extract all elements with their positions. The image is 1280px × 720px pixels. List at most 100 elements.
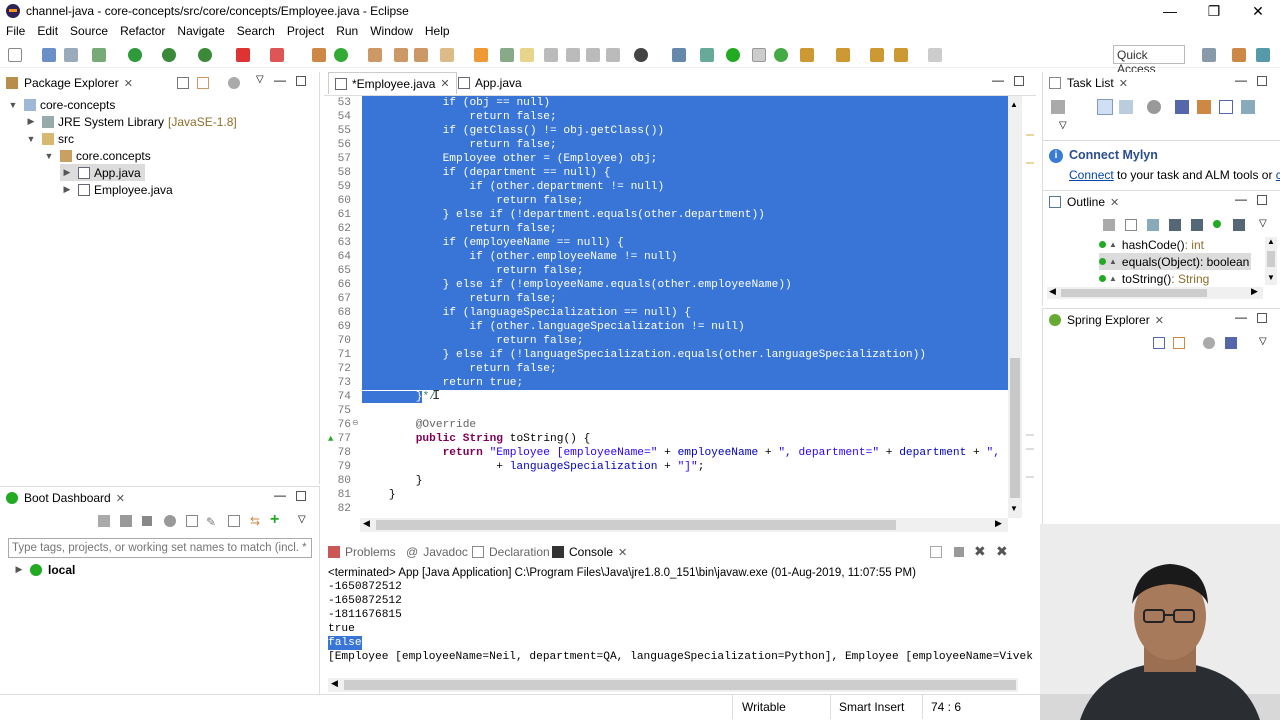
code-editor[interactable]: 53 if (obj == null) 54 return false; 55 if… — [326, 96, 1008, 518]
prev-annotation-icon[interactable] — [586, 48, 600, 62]
highlight-icon[interactable] — [520, 48, 534, 62]
link-editor-icon[interactable] — [1173, 337, 1185, 349]
code-line[interactable]: 66 } else if (!employeeName.equals(other… — [326, 278, 1008, 292]
maximize-view-icon[interactable] — [1257, 195, 1267, 205]
tab-task-list[interactable]: Task List ✕ — [1049, 72, 1128, 94]
sort-icon[interactable] — [1147, 219, 1159, 231]
tree-item-app-java[interactable]: ▶ App.java — [60, 164, 145, 181]
search-tool-icon[interactable] — [414, 48, 428, 62]
maximize-view-icon[interactable] — [296, 491, 306, 501]
tab-console[interactable]: Console ✕ — [552, 541, 628, 563]
new-task-icon[interactable] — [1051, 100, 1065, 114]
code-line[interactable]: 71 } else if (!languageSpecialization.eq… — [326, 348, 1008, 362]
pen-icon[interactable] — [440, 48, 454, 62]
terminate-icon[interactable] — [954, 547, 964, 557]
tab-boot-dashboard[interactable]: Boot Dashboard ✕ — [6, 487, 125, 509]
hide-static-icon[interactable] — [1169, 219, 1181, 231]
collapse-all-icon[interactable] — [1103, 219, 1115, 231]
code-line[interactable]: 57 Employee other = (Employee) obj; — [326, 152, 1008, 166]
remove-launch-icon[interactable]: ✖ — [974, 543, 986, 560]
scroll-thumb[interactable] — [1010, 358, 1020, 498]
menu-navigate[interactable]: Navigate — [171, 24, 230, 38]
tab-problems[interactable]: Problems — [328, 541, 396, 563]
sort-icon[interactable] — [1225, 337, 1237, 349]
code-line[interactable]: 76 @Override — [326, 418, 1008, 432]
maximize-view-icon[interactable] — [296, 76, 306, 86]
outline-horizontal-scrollbar[interactable]: ◀ ▶ — [1047, 286, 1263, 299]
terminal-icon[interactable] — [672, 48, 686, 62]
outline-item-tostring[interactable]: ▲ toString() : String — [1099, 270, 1209, 287]
minimize-view-icon[interactable]: — — [1235, 192, 1247, 206]
collapse-icon[interactable]: ▶ — [60, 184, 74, 195]
pin-icon[interactable] — [836, 48, 850, 62]
minimize-view-icon[interactable]: — — [274, 73, 286, 87]
menu-edit[interactable]: Edit — [31, 24, 64, 38]
tab-employee-java[interactable]: *Employee.java ✕ — [328, 72, 457, 94]
minimize-tasks-icon[interactable] — [1219, 100, 1233, 114]
coverage-icon[interactable] — [162, 48, 176, 62]
link-editor-icon[interactable] — [1233, 219, 1245, 231]
menu-project[interactable]: Project — [281, 24, 330, 38]
scroll-right-icon[interactable]: ▶ — [1251, 286, 1258, 297]
code-line[interactable]: 80 } — [326, 474, 1008, 488]
connect-link[interactable]: Connect — [1069, 168, 1114, 182]
expand-icon[interactable]: ▼ — [42, 151, 56, 161]
next-edit-icon[interactable] — [800, 48, 814, 62]
scroll-left-icon[interactable]: ◀ — [363, 518, 370, 529]
last-edit-icon[interactable] — [870, 48, 884, 62]
menu-source[interactable]: Source — [64, 24, 114, 38]
console-horizontal-scrollbar[interactable]: ◀ — [328, 678, 1018, 692]
code-line[interactable]: 81 } — [326, 488, 1008, 502]
code-line[interactable]: 82 — [326, 502, 1008, 516]
code-line[interactable]: 67 return false; — [326, 292, 1008, 306]
editor-horizontal-scrollbar[interactable]: ◀ ▶ — [360, 518, 1008, 532]
debug-icon[interactable] — [120, 515, 132, 527]
toggle-editor-icon[interactable] — [752, 48, 766, 62]
scroll-up-icon[interactable]: ▲ — [1010, 100, 1018, 109]
collapse-icon[interactable] — [1175, 100, 1189, 114]
collapse-all-icon[interactable] — [1153, 337, 1165, 349]
fold-icon[interactable]: ⊖ — [352, 418, 359, 428]
minimize-view-icon[interactable]: — — [274, 488, 286, 502]
annotation-icon[interactable] — [500, 48, 514, 62]
tab-outline[interactable]: Outline ✕ — [1049, 191, 1119, 213]
code-line[interactable]: 61 } else if (!department.equals(other.d… — [326, 208, 1008, 222]
open-task-icon[interactable] — [394, 48, 408, 62]
tree-item-src[interactable]: ▼ src — [24, 130, 74, 147]
scheduled-icon[interactable] — [1119, 100, 1133, 114]
new-package-icon[interactable] — [312, 48, 326, 62]
minimize-view-icon[interactable]: — — [1235, 310, 1247, 324]
run-icon[interactable] — [128, 48, 142, 62]
close-button[interactable]: ✕ — [1236, 0, 1280, 22]
filter-icon[interactable] — [228, 77, 240, 89]
editor-vertical-scrollbar[interactable]: ▲ ▼ — [1008, 96, 1022, 518]
scroll-down-icon[interactable]: ▼ — [1267, 273, 1275, 282]
open-perspective-icon[interactable] — [1202, 48, 1216, 62]
link-icon[interactable] — [700, 48, 714, 62]
code-line[interactable]: 72 return false; — [326, 362, 1008, 376]
open-browser-icon[interactable] — [164, 515, 176, 527]
scroll-down-icon[interactable]: ▼ — [1010, 504, 1018, 513]
hide-local-types-icon[interactable] — [1213, 220, 1221, 228]
code-line[interactable]: 60 return false; — [326, 194, 1008, 208]
code-line[interactable]: 56 return false; — [326, 138, 1008, 152]
minimize-view-icon[interactable]: — — [992, 73, 1004, 87]
forward-icon[interactable] — [928, 48, 942, 62]
hide-nonpublic-icon[interactable] — [1191, 219, 1203, 231]
code-line[interactable]: 55 if (getClass() != obj.getClass()) — [326, 124, 1008, 138]
tab-package-explorer[interactable]: Package Explorer ✕ — [6, 72, 133, 94]
scroll-thumb[interactable] — [1267, 251, 1275, 267]
sync-icon[interactable] — [1197, 100, 1211, 114]
open-console-icon[interactable] — [186, 515, 198, 527]
expose-icon[interactable]: ⇆ — [250, 514, 260, 528]
close-icon[interactable]: ✕ — [618, 546, 627, 559]
code-line[interactable]: 74 }*/ — [326, 390, 1008, 404]
menu-file[interactable]: File — [0, 24, 31, 38]
code-line[interactable]: 59 if (other.department != null) — [326, 180, 1008, 194]
view-menu-icon[interactable]: ▽ — [1059, 120, 1067, 131]
close-icon[interactable]: ✕ — [124, 77, 133, 90]
tree-item-employee-java[interactable]: ▶ Employee.java — [60, 181, 173, 198]
scroll-up-icon[interactable]: ▲ — [1267, 237, 1275, 246]
stop-icon[interactable] — [236, 48, 250, 62]
menu-help[interactable]: Help — [419, 24, 456, 38]
